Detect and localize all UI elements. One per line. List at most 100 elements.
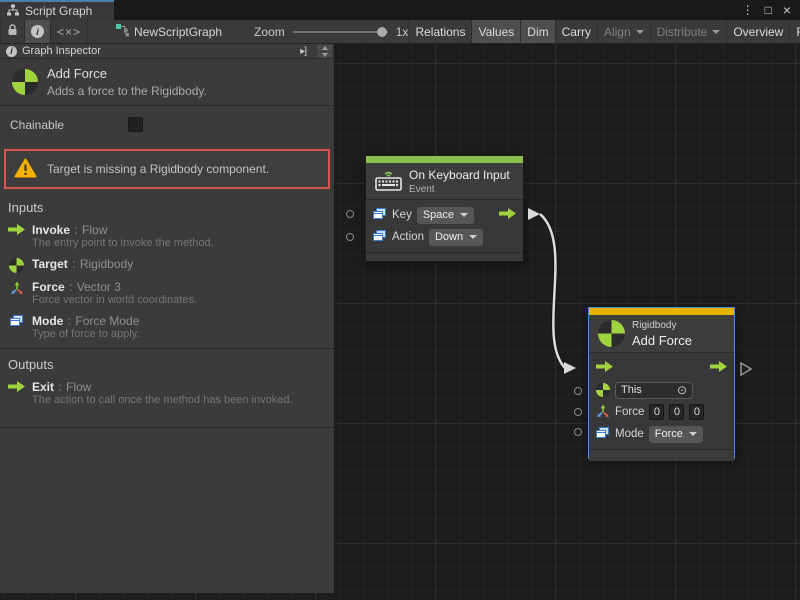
port-type: Rigidbody [80, 257, 133, 271]
rigidbody-icon [598, 320, 625, 347]
maximize-icon[interactable]: □ [765, 4, 772, 16]
force-x-field[interactable]: 0 [649, 404, 664, 420]
overview-label: Overview [733, 25, 783, 39]
object-picker-icon[interactable]: ⊙ [677, 384, 687, 396]
zoom-slider[interactable] [293, 27, 388, 37]
list-item: Mode : Force Mode Type of force to apply… [8, 314, 326, 341]
target-value: This [621, 384, 642, 396]
chainable-checkbox[interactable] [128, 117, 143, 132]
unit-description: Adds a force to the Rigidbody. [47, 84, 207, 98]
zoom-value: 1x [396, 25, 409, 39]
distribute-dropdown[interactable]: Distribute [650, 20, 727, 43]
target-object-field[interactable]: This ⊙ [615, 382, 693, 399]
port-description: The entry point to invoke the method. [32, 237, 214, 250]
force-y-field[interactable]: 0 [669, 404, 684, 420]
port-description: Type of force to apply. [32, 328, 139, 341]
script-graph-asset-icon [116, 24, 129, 40]
keyboard-input-node[interactable]: On Keyboard Input Event Key Space [365, 155, 524, 262]
key-value: Space [423, 209, 454, 221]
graph-toolbar: i <×> NewScriptGraph Zoom 1x Relations V… [0, 20, 800, 44]
key-input-port[interactable] [346, 210, 354, 218]
mode-input-port[interactable] [574, 428, 582, 436]
keyboard-icon [375, 169, 402, 194]
action-label: Action [392, 231, 424, 243]
list-item: Invoke : Flow The entry point to invoke … [8, 223, 326, 250]
overview-button[interactable]: Overview [726, 20, 789, 43]
relations-label: Relations [415, 25, 465, 39]
keyboard-node-header: On Keyboard Input Event [366, 163, 523, 200]
port-name: Target [32, 257, 68, 271]
keyboard-node-body: Key Space Action Down [366, 200, 523, 252]
warning-box: Target is missing a Rigidbody component. [4, 149, 330, 189]
inputs-header: Inputs [8, 198, 326, 216]
info-icon: i [31, 25, 44, 38]
warning-icon [14, 158, 37, 181]
port-description: Force vector in world coordinates. [32, 294, 197, 307]
invoke-connected-port[interactable] [564, 362, 576, 374]
enum-icon [373, 208, 387, 223]
force-input-port[interactable] [574, 408, 582, 416]
exit-output-port[interactable] [740, 362, 752, 381]
fullscreen-label: Full S [796, 25, 800, 39]
values-button[interactable]: Values [471, 20, 520, 43]
chevron-down-icon [689, 432, 697, 436]
flow-arrow-icon [8, 381, 25, 392]
add-force-node[interactable]: Rigidbody Add Force This [588, 307, 735, 459]
inspector-toggle-button[interactable]: i [25, 20, 51, 43]
trigger-output-arrow-icon[interactable] [499, 208, 516, 222]
graph-name-group[interactable]: NewScriptGraph [116, 20, 222, 43]
action-dropdown[interactable]: Down [429, 229, 483, 246]
close-icon[interactable]: × [783, 3, 791, 17]
relations-button[interactable]: Relations [408, 20, 471, 43]
list-item: Target : Rigidbody [8, 257, 326, 273]
invoke-input-arrow-icon[interactable] [596, 361, 613, 375]
chainable-row: Chainable [0, 106, 334, 143]
vector3-icon [596, 404, 610, 421]
inspector-title: Graph Inspector [22, 45, 101, 57]
this-input-port[interactable] [574, 387, 582, 395]
port-type: Flow [82, 223, 107, 237]
code-preview-button[interactable]: <×> [51, 20, 88, 43]
keyboard-node-title: On Keyboard Input [409, 168, 510, 182]
carry-button[interactable]: Carry [555, 20, 597, 43]
scroll-up-button[interactable] [317, 45, 332, 51]
zoom-slider-handle[interactable] [377, 27, 387, 37]
lock-icon [7, 24, 18, 39]
mode-dropdown[interactable]: Force [649, 426, 703, 443]
window-menu-icon[interactable]: ⋮ [742, 4, 754, 16]
window-titlebar: Script Graph ⋮ □ × [0, 0, 800, 20]
port-type: Flow [66, 380, 91, 394]
action-row: Action Down [366, 226, 523, 248]
port-type: Force Mode [75, 314, 139, 328]
port-name: Exit [32, 380, 54, 394]
port-separator: : [69, 280, 72, 294]
outputs-header: Outputs [8, 355, 326, 373]
add-force-category: Rigidbody [632, 320, 692, 331]
chevron-down-icon [636, 30, 644, 34]
list-item: Force : Vector 3 Force vector in world c… [8, 280, 326, 307]
force-z-field[interactable]: 0 [689, 404, 704, 420]
vector3-icon [8, 281, 25, 295]
scroll-down-button[interactable] [317, 52, 332, 58]
port-name: Mode [32, 314, 63, 328]
lock-button[interactable] [0, 20, 25, 43]
key-dropdown[interactable]: Space [417, 207, 474, 224]
tab-script-graph[interactable]: Script Graph [0, 0, 114, 20]
rigidbody-icon [12, 69, 38, 95]
dock-icon[interactable]: ▸] [300, 46, 306, 57]
port-separator: : [72, 257, 75, 271]
trigger-connected-port[interactable] [528, 208, 540, 220]
fullscreen-button[interactable]: Full S [789, 20, 800, 43]
add-force-node-header: Rigidbody Add Force [589, 315, 734, 353]
toolbar-right-cluster: Relations Values Dim Carry Align Distrib… [408, 20, 800, 43]
action-input-port[interactable] [346, 233, 354, 241]
carry-label: Carry [562, 25, 591, 39]
exit-output-arrow-icon[interactable] [710, 361, 727, 375]
enum-icon [8, 315, 25, 327]
chevron-down-icon [712, 30, 720, 34]
key-label: Key [392, 209, 412, 221]
dim-button[interactable]: Dim [520, 20, 554, 43]
dim-label: Dim [527, 25, 548, 39]
align-dropdown[interactable]: Align [597, 20, 650, 43]
force-label: Force [615, 406, 644, 418]
